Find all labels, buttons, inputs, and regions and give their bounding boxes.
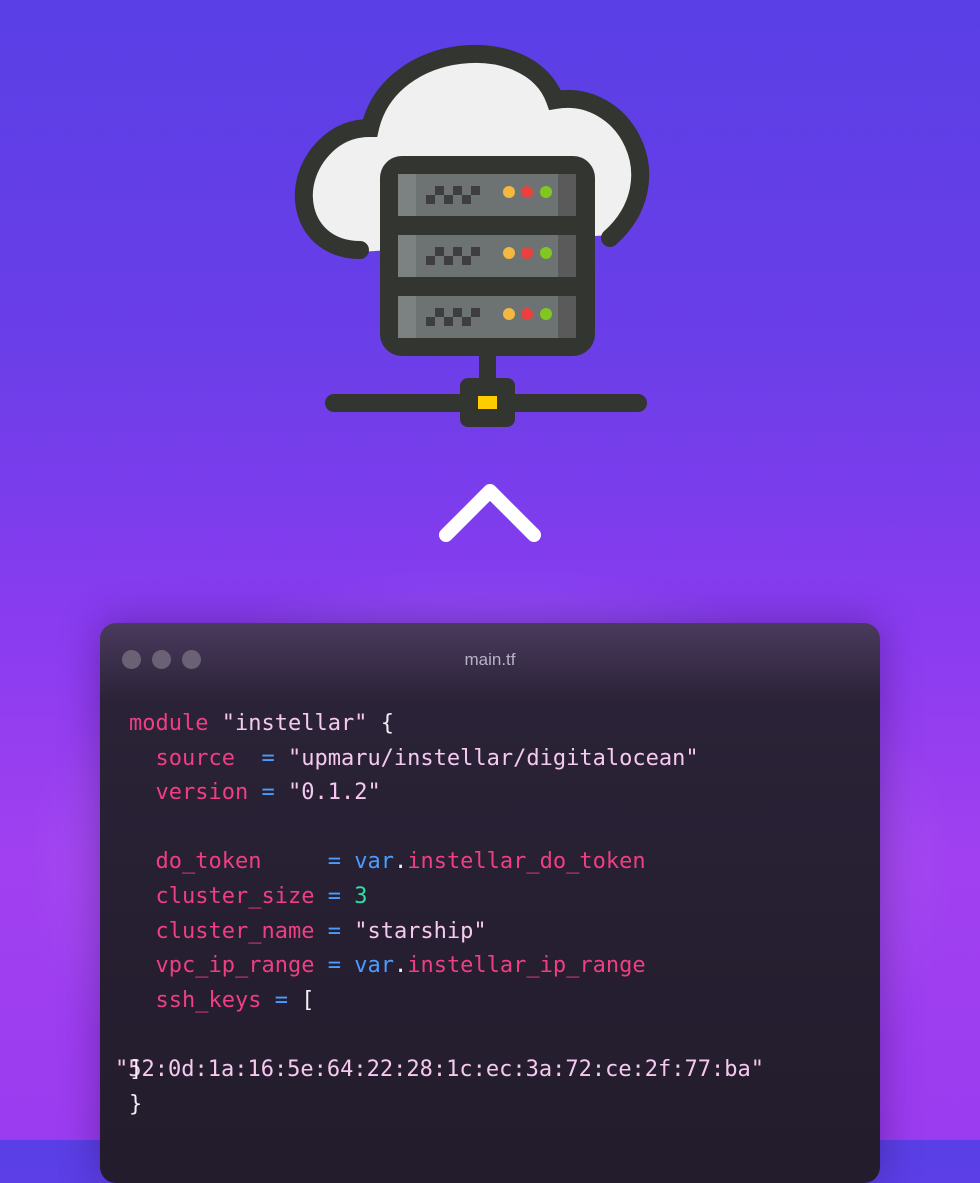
code-line: source = "upmaru/instellar/digitalocean" — [155, 745, 699, 771]
code-line: "52:0d:1a:16:5e:64:22:28:1c:ec:3a:72:ce:… — [115, 1056, 765, 1082]
cloud-server-icon — [295, 44, 650, 427]
code-line: vpc_ip_range = var.instellar_ip_range — [155, 953, 646, 979]
code-line: cluster_name = "starship" — [155, 918, 487, 944]
network-light — [478, 396, 497, 409]
code-line: do_token = var.instellar_do_token — [155, 849, 646, 875]
code-line: version = "0.1.2" — [155, 780, 381, 806]
code-line: } — [129, 1091, 143, 1117]
server-units — [398, 174, 576, 338]
code-editor: module "instellar" { source = "upmaru/in… — [115, 707, 764, 1122]
window-title: main.tf — [464, 650, 516, 669]
code-window: main.tf module "instellar" { source = "u… — [100, 623, 880, 1183]
code-line: cluster_size = 3 — [155, 883, 368, 909]
code-line: ssh_keys = [ — [155, 987, 315, 1013]
code-line: module "instellar" { — [129, 711, 394, 736]
chevron-up-icon — [439, 484, 541, 542]
